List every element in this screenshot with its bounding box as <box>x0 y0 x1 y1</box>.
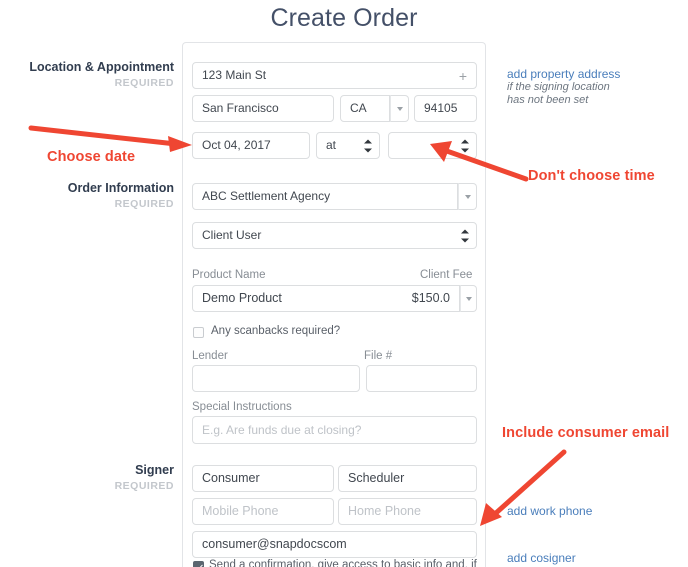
signer-first-name-input[interactable]: Consumer <box>192 465 334 492</box>
chevron-down-icon <box>396 106 403 111</box>
special-instructions-placeholder: E.g. Are funds due at closing? <box>202 422 362 437</box>
signer-last-name-value: Scheduler <box>348 471 405 485</box>
section-label-signer: Signer REQUIRED <box>14 463 174 493</box>
property-address-note-line1: if the signing location <box>507 81 610 93</box>
at-select[interactable]: at <box>316 132 380 159</box>
lender-input[interactable] <box>192 365 360 392</box>
product-select-caret[interactable] <box>460 285 477 312</box>
appointment-date-input[interactable]: Oct 04, 2017 <box>192 132 310 159</box>
appointment-time-select[interactable] <box>388 132 477 159</box>
signer-first-name-value: Consumer <box>202 471 260 485</box>
annotation-include-consumer-email: Include consumer email <box>502 425 670 441</box>
lender-label: Lender <box>192 350 228 362</box>
special-instructions-label: Special Instructions <box>192 401 292 413</box>
section-required-location: REQUIRED <box>114 77 174 89</box>
signer-email-value: consumer@snapdocscom <box>202 537 347 551</box>
product-row[interactable]: Demo Product $150.0 <box>192 285 460 312</box>
section-label-order: Order Information REQUIRED <box>14 181 174 211</box>
spinner-icon <box>364 139 372 152</box>
chevron-down-icon <box>465 296 472 301</box>
property-address-note-line2: has not been set <box>507 94 589 106</box>
scanbacks-label: Any scanbacks required? <box>211 325 341 337</box>
signer-last-name-input[interactable]: Scheduler <box>338 465 477 492</box>
agency-value: ABC Settlement Agency <box>202 189 331 203</box>
zip-value: 94105 <box>424 101 458 115</box>
section-required-order: REQUIRED <box>114 198 174 210</box>
signer-mobile-phone-placeholder: Mobile Phone <box>202 504 279 518</box>
add-property-address-link[interactable]: add property address <box>507 67 620 81</box>
signer-home-phone-placeholder: Home Phone <box>348 504 421 518</box>
chevron-down-icon <box>464 194 471 199</box>
contact-select[interactable]: Client User <box>192 222 477 249</box>
spinner-icon <box>461 139 469 152</box>
special-instructions-input[interactable]: E.g. Are funds due at closing? <box>192 416 477 444</box>
street-address-input[interactable]: 123 Main St + <box>192 62 477 89</box>
zip-input[interactable]: 94105 <box>414 95 477 122</box>
file-number-input[interactable] <box>366 365 477 392</box>
page-title: Create Order <box>270 4 418 32</box>
state-value: CA <box>350 101 367 115</box>
product-name-label: Product Name <box>192 269 266 281</box>
appointment-date-value: Oct 04, 2017 <box>202 138 271 152</box>
file-number-label: File # <box>364 350 393 362</box>
create-order-page: Create Order Location & Appointment REQU… <box>0 0 688 567</box>
section-label-location: Location & Appointment REQUIRED <box>14 60 174 90</box>
section-required-signer: REQUIRED <box>114 480 174 492</box>
client-fee-value: $150.0 <box>411 291 450 305</box>
signer-mobile-phone-input[interactable]: Mobile Phone <box>192 498 334 525</box>
state-select-caret[interactable] <box>390 95 409 122</box>
plus-icon[interactable]: + <box>459 69 467 83</box>
spinner-icon <box>461 229 469 242</box>
agency-select[interactable]: ABC Settlement Agency <box>192 183 458 210</box>
street-address-value: 123 Main St <box>202 68 267 82</box>
state-select[interactable]: CA <box>340 95 390 122</box>
annotation-choose-date: Choose date <box>47 149 136 165</box>
add-cosigner-link[interactable]: add cosigner <box>507 551 576 565</box>
at-select-value: at <box>326 138 337 152</box>
add-work-phone-link[interactable]: add work phone <box>507 504 592 518</box>
section-title-order: Order Information <box>67 181 174 195</box>
signer-email-input[interactable]: consumer@snapdocscom <box>192 531 477 558</box>
product-name-value: Demo Product <box>202 291 282 305</box>
section-title-signer: Signer <box>135 463 174 477</box>
send-confirmation-label: Send a confirmation, give access to basi… <box>209 559 477 567</box>
contact-value: Client User <box>202 228 262 242</box>
scanbacks-checkbox[interactable] <box>193 327 204 338</box>
section-title-location: Location & Appointment <box>29 60 174 74</box>
city-value: San Francisco <box>202 101 279 115</box>
agency-select-caret[interactable] <box>458 183 477 210</box>
send-confirmation-checkbox[interactable] <box>193 561 204 567</box>
signer-home-phone-input[interactable]: Home Phone <box>338 498 477 525</box>
city-input[interactable]: San Francisco <box>192 95 334 122</box>
client-fee-label: Client Fee <box>420 269 473 281</box>
annotation-dont-choose-time: Don't choose time <box>528 168 655 184</box>
